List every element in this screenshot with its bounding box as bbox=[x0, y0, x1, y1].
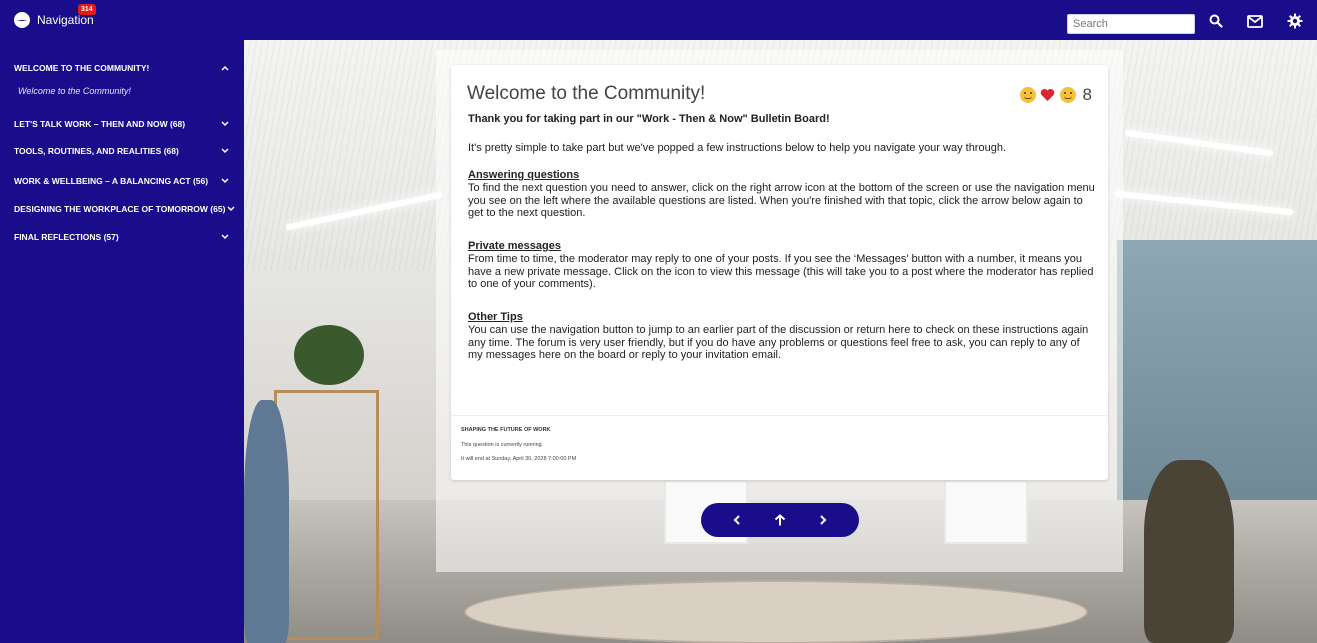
top-bar: Navigation 314 bbox=[0, 0, 1317, 40]
sidebar-item-work-wellbeing[interactable]: WORK & WELLBEING – A BALANCING ACT (56) bbox=[14, 171, 236, 191]
chevron-down-icon bbox=[220, 232, 230, 242]
person-right bbox=[1144, 460, 1234, 643]
card-footer-divider bbox=[451, 415, 1108, 416]
sidebar-item-label: TOOLS, ROUTINES, AND REALITIES (68) bbox=[14, 146, 179, 156]
notification-badge: 314 bbox=[78, 4, 96, 15]
search-input[interactable] bbox=[1067, 14, 1195, 34]
navigation-toggle[interactable]: Navigation 314 bbox=[14, 4, 96, 28]
sidebar-item-designing-workplace[interactable]: DESIGNING THE WORKPLACE OF TOMORROW (65) bbox=[14, 199, 236, 219]
chevron-up-icon bbox=[220, 63, 230, 73]
up-button[interactable] bbox=[769, 509, 791, 531]
section-text-private-messages: From time to time, the moderator may rep… bbox=[468, 253, 1094, 290]
chevron-down-icon bbox=[226, 204, 236, 214]
card-intro: Thank you for taking part in our "Work -… bbox=[468, 113, 830, 125]
reactions-bar[interactable]: 8 bbox=[1019, 85, 1092, 105]
sidebar-item-label: FINAL REFLECTIONS (57) bbox=[14, 232, 119, 242]
chevron-down-icon bbox=[220, 176, 230, 186]
wooden-shelf bbox=[274, 390, 379, 640]
messages-button[interactable] bbox=[1245, 12, 1265, 30]
card-paragraph: It's pretty simple to take part but we'v… bbox=[468, 142, 1007, 154]
question-pager bbox=[701, 503, 859, 537]
footer-status: This question is currently running. bbox=[461, 442, 544, 448]
round-table bbox=[464, 580, 1088, 643]
reaction-count: 8 bbox=[1082, 85, 1092, 104]
sidebar-item-label: DESIGNING THE WORKPLACE OF TOMORROW (65) bbox=[14, 204, 226, 214]
search-button[interactable] bbox=[1206, 12, 1226, 30]
footer-title: SHAPING THE FUTURE OF WORK bbox=[461, 427, 551, 433]
sidebar-item-lets-talk-work[interactable]: LET'S TALK WORK – THEN AND NOW (68) bbox=[14, 114, 236, 134]
person-left bbox=[244, 400, 289, 643]
sidebar-subitem-welcome[interactable]: Welcome to the Community! bbox=[18, 86, 131, 96]
chevron-right-icon bbox=[820, 515, 827, 525]
sidebar-item-label: WORK & WELLBEING – A BALANCING ACT (56) bbox=[14, 176, 209, 186]
sidebar-item-label: WELCOME TO THE COMMUNITY! bbox=[14, 63, 150, 73]
smile-emoji-icon[interactable] bbox=[1019, 87, 1036, 103]
section-heading-other-tips: Other Tips bbox=[468, 311, 523, 323]
search-icon bbox=[1209, 14, 1223, 28]
heart-icon[interactable] bbox=[1040, 87, 1056, 103]
happy-emoji-icon[interactable] bbox=[1059, 87, 1076, 103]
section-text-other-tips: You can use the navigation button to jum… bbox=[468, 324, 1089, 361]
section-heading-private-messages: Private messages bbox=[468, 240, 561, 252]
section-text-answering: To find the next question you need to an… bbox=[468, 182, 1095, 219]
chevron-down-icon bbox=[220, 119, 230, 129]
previous-button[interactable] bbox=[726, 509, 748, 531]
next-button[interactable] bbox=[812, 509, 834, 531]
sidebar-item-tools-routines[interactable]: TOOLS, ROUTINES, AND REALITIES (68) bbox=[14, 141, 236, 161]
welcome-card: Welcome to the Community! 8 Thank you fo… bbox=[451, 65, 1108, 480]
arrow-up-icon bbox=[774, 514, 786, 526]
sidebar-item-final-reflections[interactable]: FINAL REFLECTIONS (57) bbox=[14, 227, 236, 247]
card-title: Welcome to the Community! bbox=[467, 83, 706, 104]
plant bbox=[294, 325, 364, 385]
section-heading-answering: Answering questions bbox=[468, 169, 580, 181]
sidebar-item-label: LET'S TALK WORK – THEN AND NOW (68) bbox=[14, 119, 186, 129]
sidebar-navigation: WELCOME TO THE COMMUNITY! Welcome to the… bbox=[0, 40, 244, 643]
chevron-left-icon bbox=[733, 515, 740, 525]
sidebar-item-welcome[interactable]: WELCOME TO THE COMMUNITY! bbox=[14, 58, 236, 78]
compass-icon bbox=[14, 12, 30, 28]
chevron-down-icon bbox=[220, 146, 230, 156]
gear-icon bbox=[1287, 13, 1303, 29]
mail-icon bbox=[1247, 14, 1263, 28]
settings-button[interactable] bbox=[1285, 12, 1305, 30]
footer-end-date: It will end at Sunday, April 30, 2028 7:… bbox=[461, 456, 577, 462]
navigation-label: Navigation bbox=[37, 13, 94, 27]
